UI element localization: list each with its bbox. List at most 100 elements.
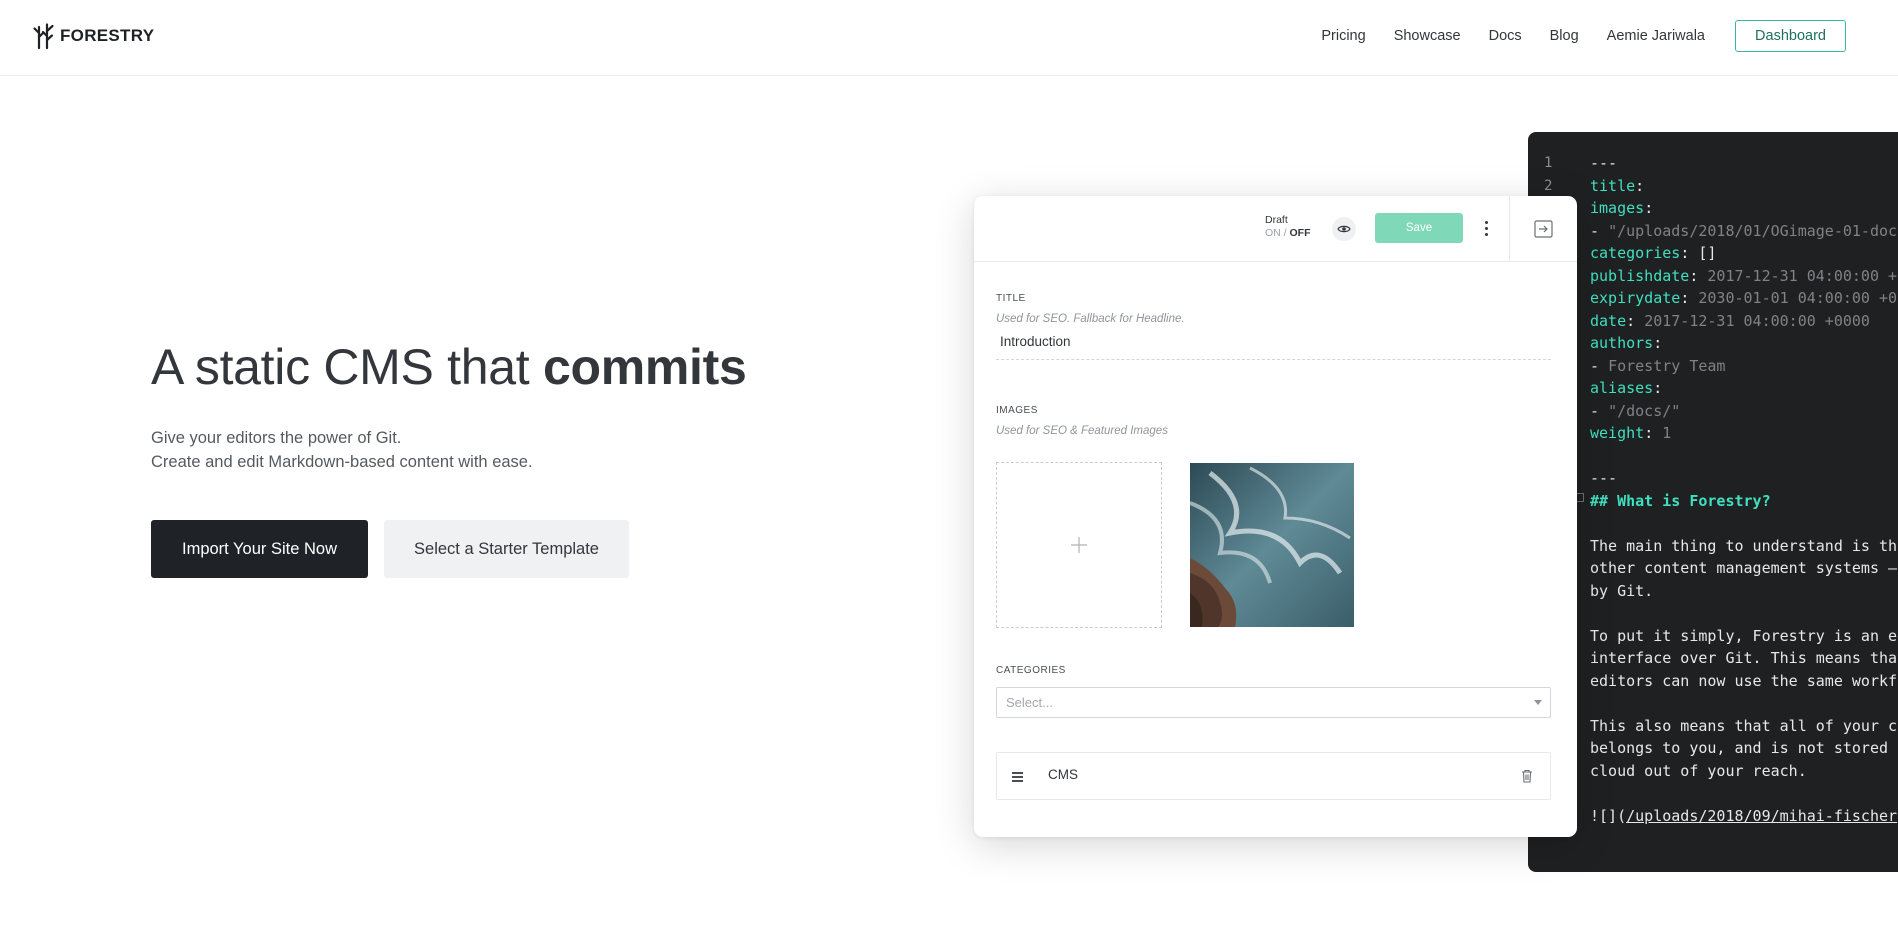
draft-toggle[interactable]: Draft ON / OFF [1265, 214, 1311, 240]
code-text: This also means that all of your co [1590, 715, 1898, 738]
top-nav: FORESTRY Pricing Showcase Docs Blog Aemi… [0, 0, 1898, 76]
more-options-icon[interactable] [1482, 215, 1490, 241]
code-token: : [1653, 334, 1663, 352]
code-text: - Forestry Team [1590, 355, 1725, 378]
title-field-hint: Used for SEO. Fallback for Headline. [996, 313, 1185, 325]
code-token: cloud out of your reach. [1590, 761, 1807, 780]
nav-link-user-name[interactable]: Aemie Jariwala [1607, 28, 1705, 44]
code-line [1528, 782, 1898, 805]
nav-link-pricing[interactable]: Pricing [1321, 28, 1365, 44]
code-line: 2 title: [1528, 175, 1898, 198]
code-text: - "/docs/" [1590, 400, 1680, 423]
page: FORESTRY Pricing Showcase Docs Blog Aemi… [0, 0, 1898, 947]
code-token: : [1689, 266, 1708, 285]
code-line: images: [1528, 197, 1898, 220]
categories-select[interactable]: Select... [996, 687, 1551, 718]
code-token: editors can now use the same workf [1590, 671, 1898, 690]
drag-handle-icon[interactable] [1012, 772, 1023, 784]
code-lines: 1 --- 2 title: images: - "/uploads/2018/01/OG… [1528, 152, 1898, 827]
chevron-down-icon [1534, 700, 1542, 705]
code-token: This also means that all of your co [1590, 716, 1898, 735]
code-token: : [1644, 199, 1654, 217]
toolbar-divider [1509, 196, 1510, 262]
code-token: interface over Git. This means that [1590, 649, 1898, 667]
trash-icon[interactable] [1521, 769, 1533, 788]
exit-panel-icon[interactable] [1534, 220, 1554, 243]
hero-title-regular: A static CMS that [151, 339, 543, 395]
nav-link-showcase[interactable]: Showcase [1394, 28, 1461, 44]
fold-marker-icon[interactable] [1576, 493, 1584, 502]
nav-link-blog[interactable]: Blog [1550, 28, 1579, 44]
code-token: : [1653, 379, 1663, 397]
code-token: : [1680, 289, 1699, 307]
code-token: : [1635, 176, 1645, 195]
code-token: The main thing to understand is tha [1590, 536, 1898, 555]
code-text: aliases: [1590, 377, 1662, 400]
draft-label: Draft [1265, 214, 1288, 226]
code-token: other content management systems — [1590, 559, 1898, 577]
code-line: The main thing to understand is tha [1528, 535, 1898, 558]
code-token: "/docs/" [1608, 401, 1681, 420]
code-line: categories: [] [1528, 242, 1898, 265]
import-site-button[interactable]: Import Your Site Now [151, 520, 368, 578]
code-token: date [1590, 311, 1627, 330]
code-token: weight [1590, 424, 1645, 442]
code-text: other content management systems — [1590, 557, 1897, 580]
code-text: To put it simply, Forestry is an ed [1590, 625, 1898, 648]
editor-card: Draft ON / OFF Save TITLE Used for SEO. … [974, 196, 1577, 837]
code-token: title [1590, 176, 1636, 195]
code-text: belongs to you, and is not stored [1590, 737, 1897, 760]
code-line: other content management systems — [1528, 557, 1898, 580]
draft-off: OFF [1289, 227, 1311, 239]
save-button[interactable]: Save [1375, 213, 1463, 243]
code-token: publishdate [1590, 266, 1690, 285]
code-token: --- [1590, 154, 1618, 172]
nav-links: Pricing Showcase Docs Blog Aemie Jariwal… [1321, 0, 1898, 72]
forestry-logo[interactable]: FORESTRY [33, 22, 154, 50]
title-input[interactable]: Introduction [996, 332, 1551, 360]
code-token: expirydate [1590, 289, 1681, 307]
code-line: date: 2017-12-31 04:00:00 +0000 [1528, 310, 1898, 333]
editor-toolbar: Draft ON / OFF Save [974, 196, 1577, 262]
hero-subtitle-line-1: Give your editors the power of Git. [151, 429, 402, 447]
preview-eye-icon[interactable] [1332, 217, 1356, 241]
code-line: --- [1528, 467, 1898, 490]
code-text: weight: 1 [1590, 422, 1671, 445]
nav-link-docs[interactable]: Docs [1489, 28, 1522, 44]
code-token: To put it simply, Forestry is an ed [1590, 626, 1898, 645]
code-token: ## What is Forestry? [1590, 491, 1771, 510]
plus-icon [1071, 537, 1087, 553]
code-line: expirydate: 2030-01-01 04:00:00 +00 [1528, 287, 1898, 310]
hero-title-bold: commits [542, 339, 747, 395]
code-text: title: [1590, 175, 1644, 198]
code-line: - "/docs/" [1528, 400, 1898, 423]
code-line: by Git. [1528, 580, 1898, 603]
draft-on: ON [1265, 227, 1281, 239]
starter-template-button[interactable]: Select a Starter Template [384, 520, 629, 578]
code-token: 2030-01-01 04:00:00 +00 [1698, 289, 1898, 307]
hero-title: A static CMS that commits [151, 338, 747, 396]
code-line: editors can now use the same workf [1528, 670, 1898, 693]
code-token: : [1626, 311, 1645, 330]
code-token: /uploads/2018/09/mihai-fischer [1626, 806, 1898, 825]
dashboard-button[interactable]: Dashboard [1735, 20, 1846, 52]
code-text: images: [1590, 197, 1653, 220]
code-line [1528, 445, 1898, 468]
code-token: categories [1590, 244, 1681, 262]
add-image-button[interactable] [996, 462, 1162, 628]
categories-field-label: CATEGORIES [996, 665, 1066, 676]
image-thumbnail[interactable] [1190, 463, 1354, 627]
hero-subtitle-line-2: Create and edit Markdown-based content w… [151, 453, 533, 471]
categories-select-placeholder: Select... [1006, 695, 1053, 710]
code-text: ## What is Forestry? [1590, 490, 1771, 513]
code-line: authors: [1528, 332, 1898, 355]
tree-logo-icon [33, 23, 54, 49]
code-line: This also means that all of your co [1528, 715, 1898, 738]
code-line: belongs to you, and is not stored [1528, 737, 1898, 760]
code-token: 1 [1662, 424, 1672, 442]
code-line: ![](/uploads/2018/09/mihai-fischer [1528, 805, 1898, 828]
code-token: - [1590, 401, 1609, 420]
code-text: authors: [1590, 332, 1662, 355]
images-field-hint: Used for SEO & Featured Images [996, 425, 1168, 437]
code-text: by Git. [1590, 580, 1653, 603]
